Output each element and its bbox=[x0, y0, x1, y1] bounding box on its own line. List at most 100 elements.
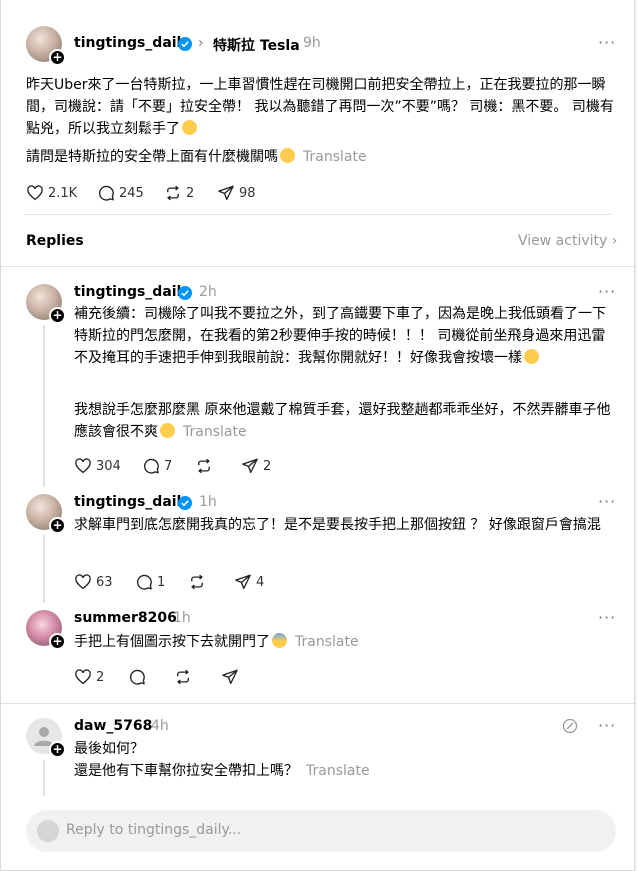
translate-link[interactable]: Translate bbox=[306, 763, 370, 779]
comment-button[interactable] bbox=[128, 668, 146, 686]
heart-icon bbox=[27, 185, 43, 201]
thread-connector-line bbox=[43, 535, 45, 603]
translate-link[interactable]: Translate bbox=[295, 634, 359, 650]
follow-plus-icon[interactable]: + bbox=[49, 49, 66, 66]
heart-icon bbox=[75, 574, 91, 590]
share-count: 2 bbox=[263, 458, 272, 474]
thinking-emoji-icon bbox=[280, 148, 295, 163]
reply-time: 4h bbox=[151, 718, 169, 734]
heart-icon bbox=[75, 669, 91, 685]
more-options-icon[interactable]: ··· bbox=[598, 608, 616, 627]
share-button[interactable] bbox=[221, 668, 239, 686]
reply-body-2: 還是他有下車幫你拉安全帶扣上嗎？ Translate bbox=[74, 760, 616, 782]
reply-avatar[interactable]: + bbox=[26, 610, 66, 650]
repost-button[interactable] bbox=[174, 668, 192, 686]
reply-body: 補充後續：司機除了叫我不要拉之外，到了高鐵要下車了，因為是晚上我低頭看了一下特斯… bbox=[74, 303, 616, 369]
chevron-right-icon: › bbox=[611, 233, 618, 249]
share-count: 98 bbox=[239, 185, 256, 201]
reply-username[interactable]: daw_5768 bbox=[74, 718, 152, 734]
share-button[interactable]: 98 bbox=[217, 184, 256, 202]
like-count: 304 bbox=[96, 458, 121, 474]
comment-icon bbox=[98, 185, 114, 201]
post-time: 9h bbox=[303, 35, 321, 51]
reply-avatar[interactable]: + bbox=[26, 494, 66, 534]
like-button[interactable]: 304 bbox=[74, 457, 121, 475]
more-options-icon[interactable]: ··· bbox=[598, 716, 616, 735]
send-icon bbox=[222, 669, 238, 685]
like-button[interactable]: 63 bbox=[74, 573, 113, 591]
comment-button[interactable]: 7 bbox=[142, 457, 172, 475]
reply-body: 手把上有個圖示按下去就開門了 Translate bbox=[74, 631, 616, 653]
current-user-avatar bbox=[37, 820, 59, 842]
share-count: 4 bbox=[256, 574, 265, 590]
comment-icon bbox=[129, 669, 145, 685]
reply-input-bar[interactable]: Reply to tingtings_daily... bbox=[26, 810, 616, 852]
author-username[interactable]: tingtings_daily bbox=[74, 35, 190, 51]
send-icon bbox=[235, 574, 251, 590]
reply-avatar[interactable]: + bbox=[26, 718, 66, 758]
like-button[interactable]: 2.1K bbox=[26, 184, 77, 202]
follow-plus-icon[interactable]: + bbox=[49, 307, 66, 324]
follow-plus-icon[interactable]: + bbox=[49, 517, 66, 534]
divider bbox=[25, 214, 612, 215]
more-options-icon[interactable]: ··· bbox=[598, 492, 616, 511]
follow-plus-icon[interactable]: + bbox=[49, 633, 66, 650]
reply-text-2: 還是他有下車幫你拉安全帶扣上嗎？ bbox=[74, 763, 298, 779]
rolling-eyes-emoji-icon bbox=[524, 349, 539, 364]
reply-username[interactable]: tingtings_daily bbox=[74, 494, 190, 510]
comment-button[interactable]: 1 bbox=[135, 573, 165, 591]
view-activity-link[interactable]: View activity › bbox=[518, 233, 617, 249]
reply-text: 手把上有個圖示按下去就開門了 bbox=[74, 634, 270, 650]
repost-count: 2 bbox=[186, 185, 195, 201]
reply-username[interactable]: tingtings_daily bbox=[74, 284, 190, 300]
like-count: 2.1K bbox=[48, 185, 78, 201]
post-body: 昨天Uber來了一台特斯拉，一上車習慣性趕在司機開口前把安全帶拉上，正在我要拉的… bbox=[26, 74, 616, 140]
author-avatar[interactable]: + bbox=[26, 26, 66, 66]
repost-button[interactable]: 2 bbox=[164, 184, 194, 202]
send-icon bbox=[218, 185, 234, 201]
verified-badge-icon bbox=[178, 286, 192, 300]
post-text: 昨天Uber來了一台特斯拉，一上車習慣性趕在司機開口前把安全帶拉上，正在我要拉的… bbox=[26, 77, 614, 137]
reply-avatar[interactable]: + bbox=[26, 284, 66, 324]
repost-icon bbox=[177, 669, 189, 685]
like-button[interactable]: 2 bbox=[74, 668, 104, 686]
follow-plus-icon[interactable]: + bbox=[49, 741, 66, 758]
more-options-icon[interactable]: ··· bbox=[598, 282, 616, 301]
translate-link[interactable]: Translate bbox=[303, 149, 367, 165]
repost-button[interactable] bbox=[195, 457, 213, 475]
reply-body-2: 我想說手怎麼那麼黑 原來他還戴了棉質手套，還好我整趟都乖乖坐好，不然弄髒車子他應… bbox=[74, 399, 616, 443]
reply-text: 求解車門到底怎麼開我真的忘了！是不是要長按手把上那個按鈕 ？ 好像跟窗戶會搞混 bbox=[74, 517, 601, 533]
reply-username[interactable]: summer8206 bbox=[74, 610, 177, 626]
reply-actions: 2 bbox=[74, 668, 374, 688]
share-button[interactable]: 4 bbox=[234, 573, 264, 591]
repost-button[interactable] bbox=[188, 573, 206, 591]
thread-panel: + tingtings_daily › 特斯拉 Tesla 9h ··· 昨天U… bbox=[0, 0, 635, 871]
share-button[interactable]: 2 bbox=[241, 457, 271, 475]
repost-icon bbox=[198, 458, 210, 474]
verified-badge-icon bbox=[178, 496, 192, 510]
reply-actions: 63 1 4 bbox=[74, 573, 374, 593]
comment-count: 245 bbox=[119, 185, 144, 201]
reply-time: 1h bbox=[199, 494, 217, 510]
comment-icon bbox=[143, 458, 159, 474]
grinning-emoji-icon bbox=[182, 120, 197, 135]
translate-link[interactable]: Translate bbox=[183, 424, 247, 440]
reply-time: 1h bbox=[173, 610, 191, 626]
comment-button[interactable]: 245 bbox=[97, 184, 144, 202]
reply-text-2: 我想說手怎麼那麼黑 原來他還戴了棉質手套，還好我整趟都乖乖坐好，不然弄髒車子他應… bbox=[74, 402, 611, 440]
view-activity-label: View activity bbox=[518, 233, 608, 249]
reply-input-placeholder[interactable]: Reply to tingtings_daily... bbox=[66, 822, 241, 838]
like-count: 63 bbox=[96, 574, 113, 590]
topic-tag[interactable]: 特斯拉 Tesla bbox=[213, 35, 300, 55]
heart-icon bbox=[75, 458, 91, 474]
chevron-right-icon: › bbox=[198, 35, 204, 51]
replies-header: Replies bbox=[26, 233, 84, 249]
verified-badge-icon bbox=[178, 37, 192, 51]
more-options-icon[interactable]: ··· bbox=[598, 33, 616, 52]
thread-connector-line bbox=[43, 760, 45, 800]
thread-connector-line bbox=[43, 325, 45, 487]
comment-count: 7 bbox=[164, 458, 173, 474]
edit-history-icon[interactable] bbox=[562, 718, 578, 734]
reply-actions: 304 7 2 bbox=[74, 457, 374, 477]
reply-body: 求解車門到底怎麼開我真的忘了！是不是要長按手把上那個按鈕 ？ 好像跟窗戶會搞混 bbox=[74, 514, 616, 536]
